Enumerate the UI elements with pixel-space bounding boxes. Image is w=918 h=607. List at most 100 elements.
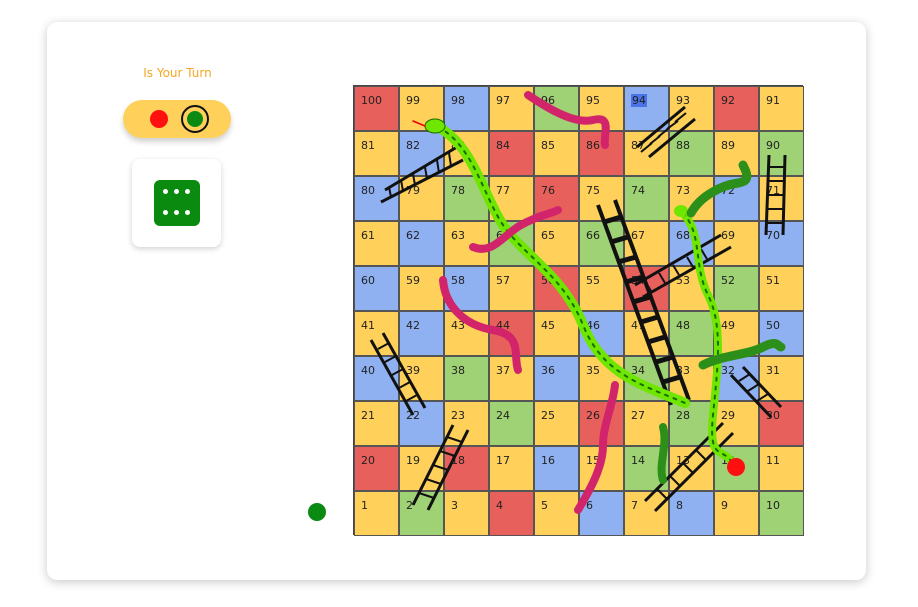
board-square-89: 89 bbox=[714, 131, 759, 176]
dice-pip bbox=[185, 189, 190, 194]
square-number: 44 bbox=[496, 319, 510, 332]
square-number: 83 bbox=[451, 139, 465, 152]
square-number: 46 bbox=[586, 319, 600, 332]
square-number: 25 bbox=[541, 409, 555, 422]
square-number: 55 bbox=[586, 274, 600, 287]
board-square-77: 77 bbox=[489, 176, 534, 221]
board-square-94: 94 bbox=[624, 86, 669, 131]
square-number: 79 bbox=[406, 184, 420, 197]
board-square-84: 84 bbox=[489, 131, 534, 176]
board-square-49: 49 bbox=[714, 311, 759, 356]
board-square-62: 62 bbox=[399, 221, 444, 266]
board-square-7: 7 bbox=[624, 491, 669, 536]
dice-six-icon[interactable] bbox=[154, 180, 200, 226]
square-number: 34 bbox=[631, 364, 645, 377]
square-number: 50 bbox=[766, 319, 780, 332]
square-number: 90 bbox=[766, 139, 780, 152]
square-number: 16 bbox=[541, 454, 555, 467]
board-square-83: 83 bbox=[444, 131, 489, 176]
square-number: 96 bbox=[541, 94, 555, 107]
board-square-25: 25 bbox=[534, 401, 579, 446]
square-number: 78 bbox=[451, 184, 465, 197]
square-number: 69 bbox=[721, 229, 735, 242]
square-number: 91 bbox=[766, 94, 780, 107]
board-square-38: 38 bbox=[444, 356, 489, 401]
square-number: 77 bbox=[496, 184, 510, 197]
square-number: 37 bbox=[496, 364, 510, 377]
board-square-8: 8 bbox=[669, 491, 714, 536]
square-number: 100 bbox=[361, 94, 382, 107]
board-square-56: 56 bbox=[534, 266, 579, 311]
board-square-75: 75 bbox=[579, 176, 624, 221]
board-square-78: 78 bbox=[444, 176, 489, 221]
board-square-63: 63 bbox=[444, 221, 489, 266]
square-number: 56 bbox=[541, 274, 555, 287]
square-number: 11 bbox=[766, 454, 780, 467]
dice-pip bbox=[174, 189, 179, 194]
square-number: 84 bbox=[496, 139, 510, 152]
board-square-23: 23 bbox=[444, 401, 489, 446]
square-number: 38 bbox=[451, 364, 465, 377]
board-square-54: 54 bbox=[624, 266, 669, 311]
square-number: 43 bbox=[451, 319, 465, 332]
square-number: 63 bbox=[451, 229, 465, 242]
board-square-37: 37 bbox=[489, 356, 534, 401]
board-square-57: 57 bbox=[489, 266, 534, 311]
board-square-20: 20 bbox=[354, 446, 399, 491]
square-number: 40 bbox=[361, 364, 375, 377]
square-number: 30 bbox=[766, 409, 780, 422]
red-player-piece bbox=[727, 458, 745, 476]
square-number: 49 bbox=[721, 319, 735, 332]
board-square-93: 93 bbox=[669, 86, 714, 131]
square-number: 94 bbox=[631, 94, 647, 107]
board-square-1: 1 bbox=[354, 491, 399, 536]
square-number: 66 bbox=[586, 229, 600, 242]
square-number: 33 bbox=[676, 364, 690, 377]
square-number: 70 bbox=[766, 229, 780, 242]
board-square-70: 70 bbox=[759, 221, 804, 266]
board-square-46: 46 bbox=[579, 311, 624, 356]
board-square-82: 82 bbox=[399, 131, 444, 176]
board-square-96: 96 bbox=[534, 86, 579, 131]
dice-pip bbox=[163, 210, 168, 215]
board-square-72: 72 bbox=[714, 176, 759, 221]
square-number: 39 bbox=[406, 364, 420, 377]
board-square-51: 51 bbox=[759, 266, 804, 311]
board-square-58: 58 bbox=[444, 266, 489, 311]
square-number: 71 bbox=[766, 184, 780, 197]
square-number: 47 bbox=[631, 319, 645, 332]
dice-pip bbox=[174, 210, 179, 215]
board-square-2: 2 bbox=[399, 491, 444, 536]
square-number: 62 bbox=[406, 229, 420, 242]
square-number: 88 bbox=[676, 139, 690, 152]
turn-indicator-text: Is Your Turn bbox=[143, 66, 212, 80]
square-number: 85 bbox=[541, 139, 555, 152]
board-square-17: 17 bbox=[489, 446, 534, 491]
square-number: 99 bbox=[406, 94, 420, 107]
dice-button[interactable] bbox=[132, 159, 221, 247]
board-square-52: 52 bbox=[714, 266, 759, 311]
board-square-74: 74 bbox=[624, 176, 669, 221]
square-number: 29 bbox=[721, 409, 735, 422]
square-number: 15 bbox=[586, 454, 600, 467]
board-square-64: 64 bbox=[489, 221, 534, 266]
square-number: 89 bbox=[721, 139, 735, 152]
square-number: 61 bbox=[361, 229, 375, 242]
square-number: 10 bbox=[766, 499, 780, 512]
square-number: 76 bbox=[541, 184, 555, 197]
square-number: 73 bbox=[676, 184, 690, 197]
board-square-92: 92 bbox=[714, 86, 759, 131]
square-number: 23 bbox=[451, 409, 465, 422]
square-number: 41 bbox=[361, 319, 375, 332]
square-number: 7 bbox=[631, 499, 638, 512]
board-square-3: 3 bbox=[444, 491, 489, 536]
board-square-9: 9 bbox=[714, 491, 759, 536]
square-number: 18 bbox=[451, 454, 465, 467]
board-square-65: 65 bbox=[534, 221, 579, 266]
dice-pip bbox=[185, 210, 190, 215]
square-number: 93 bbox=[676, 94, 690, 107]
square-number: 68 bbox=[676, 229, 690, 242]
board-square-42: 42 bbox=[399, 311, 444, 356]
board-square-39: 39 bbox=[399, 356, 444, 401]
board-square-50: 50 bbox=[759, 311, 804, 356]
